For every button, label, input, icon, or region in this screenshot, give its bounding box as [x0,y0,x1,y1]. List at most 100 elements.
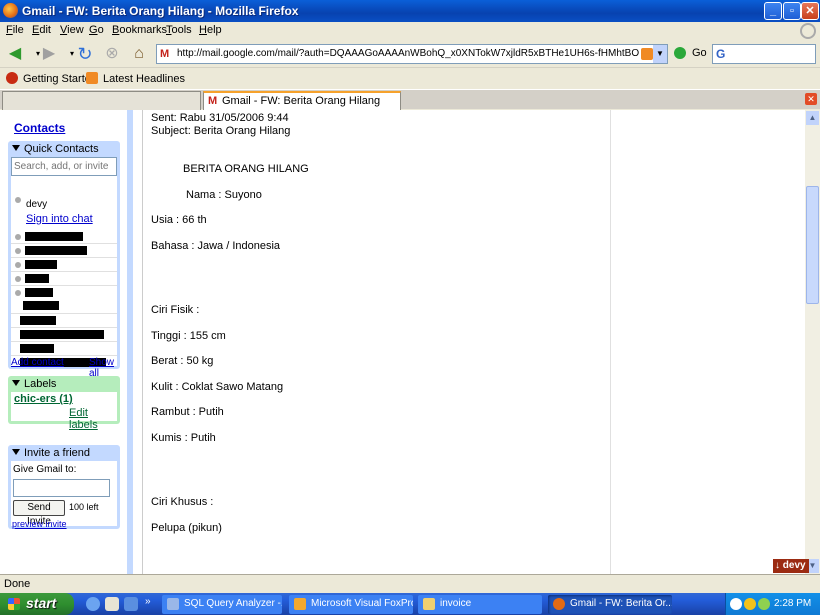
menu-file[interactable]: File [6,24,24,36]
send-invite-button[interactable]: Send Invite [13,500,65,527]
contacts-search-input[interactable] [11,157,117,176]
folder-icon [423,598,435,610]
go-label: Go [692,47,707,59]
tray-app-icon[interactable] [730,598,742,610]
add-contact-link[interactable]: Add contact [11,357,64,368]
menu-bookmarks[interactable]: Bookmarks [112,24,167,36]
preview-invite-link[interactable]: preview invite [12,519,67,529]
search-input[interactable]: G [712,44,816,64]
message-body: Sent: Rabu 31/05/2006 9:44 Subject: Beri… [151,110,606,574]
tab-gmail[interactable]: M Gmail - FW: Berita Orang Hilang [203,91,401,110]
menu-view[interactable]: View [60,24,84,36]
tab-bar: M Gmail - FW: Berita Orang Hilang ✕ [0,89,820,110]
labels-header[interactable]: Labels [12,378,56,390]
redacted-contact [25,288,53,297]
contact-row[interactable] [11,244,117,258]
google-search-icon[interactable]: G [716,47,725,61]
back-arrow-icon[interactable]: ◀ [4,44,26,64]
detail-ciri-fisik: Ciri Fisik : [151,304,200,316]
invite-email-input[interactable] [13,479,110,497]
maximize-button[interactable]: ▫ [783,2,801,20]
task-sql-query-analyzer[interactable]: SQL Query Analyzer -... [162,595,282,614]
tray-security-icon[interactable] [758,598,770,610]
vertical-scrollbar[interactable]: ▲ ▼ [805,110,820,574]
detail-pelupa: Pelupa (pikun) [151,522,222,534]
contact-row[interactable] [11,342,117,356]
sign-into-chat-link[interactable]: Sign into chat [26,213,93,225]
edit-labels-link[interactable]: Edit labels [69,407,117,431]
chat-contact-name: devy [782,560,806,571]
quick-contacts-header[interactable]: Quick Contacts [12,143,99,155]
bookmark-getting-started[interactable]: Getting Started [6,72,97,85]
scroll-up-icon[interactable]: ▲ [806,111,819,125]
menu-tools[interactable]: Tools [166,24,192,36]
task-visual-foxpro[interactable]: Microsoft Visual FoxPro [289,595,413,614]
navigation-toolbar: ◀ ▾ ▶ ▾ ↻ ⊗ ⌂ M http://mail.google.com/m… [0,40,820,68]
scrollbar-thumb[interactable] [806,186,819,304]
invite-header[interactable]: Invite a friend [12,447,90,459]
right-pane [610,110,805,574]
gmail-favicon-icon: M [208,95,218,107]
system-tray: 2:28 PM [725,593,820,615]
bookmark-label: Latest Headlines [103,73,185,85]
menu-bar: File Edit View Go Bookmarks Tools Help [0,22,820,40]
presence-status-icon [15,290,21,296]
window-title: Gmail - FW: Berita Orang Hilang - Mozill… [22,4,299,18]
page-content: Contacts Quick Contacts devy Sign into c… [0,110,820,574]
invite-friend-box: Invite a friend Give Gmail to: Send Invi… [8,445,120,529]
contact-name[interactable]: devy [26,199,47,210]
contact-row[interactable] [11,286,117,314]
collapse-triangle-icon [12,145,20,151]
task-invoice-folder[interactable]: invoice [418,595,542,614]
tab-label: Gmail - FW: Berita Orang Hilang [222,95,381,107]
detail-kulit: Kulit : Coklat Sawo Matang [151,381,284,393]
stop-icon[interactable]: ⊗ [101,44,123,64]
tray-network-icon[interactable] [744,598,756,610]
contact-row[interactable] [11,272,117,286]
url-text[interactable]: http://mail.google.com/mail/?auth=DQAAAG… [177,48,639,59]
close-window-button[interactable]: ✕ [801,2,819,20]
contact-row[interactable] [11,328,117,342]
quick-contacts-title: Quick Contacts [24,143,99,155]
contact-row[interactable] [11,258,117,272]
rss-feed-icon[interactable] [641,48,653,60]
home-icon[interactable]: ⌂ [128,44,150,64]
windows-taskbar: start » SQL Query Analyzer -... Microsof… [0,593,820,615]
task-firefox-gmail[interactable]: Gmail - FW: Berita Or... [548,595,672,614]
gmail-favicon-icon: M [160,48,170,60]
give-gmail-label: Give Gmail to: [13,464,77,475]
menu-edit[interactable]: Edit [32,24,51,36]
internet-explorer-icon[interactable] [86,597,100,611]
show-desktop-icon[interactable] [105,597,119,611]
url-dropdown-icon[interactable]: ▼ [653,45,667,63]
contact-row[interactable] [11,314,117,328]
redacted-contact [25,260,57,269]
menu-go[interactable]: Go [89,24,104,36]
forward-arrow-icon[interactable]: ▶ [38,44,60,64]
minimize-button[interactable]: _ [764,2,782,20]
media-player-icon[interactable] [124,597,138,611]
tab-background[interactable] [2,91,201,110]
contacts-link[interactable]: Contacts [14,121,65,135]
redacted-contact [20,316,56,325]
collapse-triangle-icon [12,380,20,386]
contact-row[interactable] [11,230,117,244]
bookmark-latest-headlines[interactable]: Latest Headlines [86,72,185,85]
quicklaunch-expand-icon[interactable]: » [145,596,151,607]
window-title-bar[interactable]: Gmail - FW: Berita Orang Hilang - Mozill… [0,0,820,22]
detail-kumis: Kumis : Putih [151,432,216,444]
reload-icon[interactable]: ↻ [74,44,96,64]
invites-left-count: 100 left [69,502,99,512]
url-bar[interactable]: M http://mail.google.com/mail/?auth=DQAA… [156,44,668,64]
chat-window-tab[interactable]: ↓ devy [773,559,809,573]
menu-help[interactable]: Help [199,24,222,36]
close-tab-icon[interactable]: ✕ [805,93,817,105]
message-gutter [133,110,143,574]
start-button[interactable]: start [0,593,74,615]
start-label: start [26,595,57,611]
redacted-contact [20,344,54,353]
labels-title: Labels [24,378,57,390]
clock[interactable]: 2:28 PM [774,598,811,609]
label-item-chic-ers[interactable]: chic-ers (1) [14,393,73,405]
labels-list: chic-ers (1) Edit labels [11,392,117,431]
